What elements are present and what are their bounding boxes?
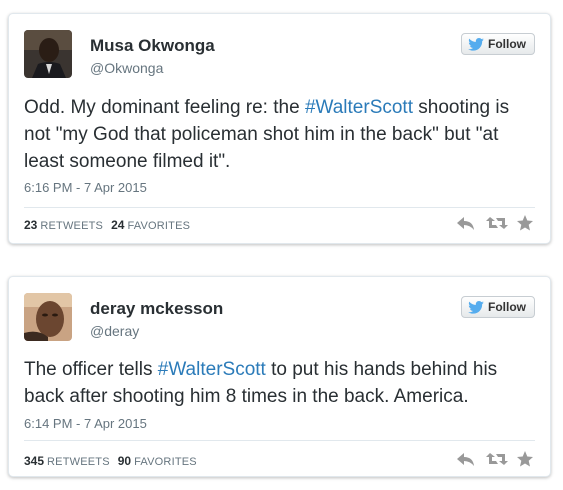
tweet-text-before: The officer tells <box>24 359 158 380</box>
follow-label: Follow <box>488 37 526 51</box>
display-name[interactable]: Musa Okwonga <box>90 36 215 56</box>
hashtag-link[interactable]: #WalterScott <box>305 97 413 118</box>
timestamp[interactable]: 6:14 PM - 7 Apr 2015 <box>24 416 147 431</box>
twitter-bird-icon <box>468 37 484 51</box>
retweets-label[interactable]: RETWEETS <box>40 220 103 232</box>
tweet-card: Musa Okwonga @Okwonga Follow Odd. My dom… <box>8 13 551 244</box>
favorites-label[interactable]: FAVORITES <box>127 220 190 232</box>
follow-button[interactable]: Follow <box>461 33 535 55</box>
favorites-label[interactable]: FAVORITES <box>134 456 197 468</box>
follow-label: Follow <box>488 300 526 314</box>
favorite-star-icon[interactable] <box>516 450 536 468</box>
divider <box>24 207 535 208</box>
hashtag-link[interactable]: #WalterScott <box>158 359 266 380</box>
retweets-label[interactable]: RETWEETS <box>47 456 110 468</box>
avatar[interactable] <box>24 30 72 78</box>
tweet-actions <box>456 450 536 468</box>
reply-icon[interactable] <box>456 450 476 468</box>
username[interactable]: @deray <box>90 323 139 339</box>
tweet-card: deray mckesson @deray Follow The officer… <box>8 276 551 477</box>
tweet-text-before: Odd. My dominant feeling re: the <box>24 97 305 118</box>
follow-button[interactable]: Follow <box>461 296 535 318</box>
retweet-icon[interactable] <box>486 214 508 232</box>
reply-icon[interactable] <box>456 214 476 232</box>
timestamp[interactable]: 6:16 PM - 7 Apr 2015 <box>24 180 147 195</box>
favorites-count[interactable]: 90 <box>118 454 131 468</box>
retweets-count[interactable]: 345 <box>24 454 44 468</box>
tweet-stats: 345 RETWEETS 90 FAVORITES <box>24 454 205 468</box>
favorites-count[interactable]: 24 <box>111 218 124 232</box>
retweet-icon[interactable] <box>486 450 508 468</box>
favorite-star-icon[interactable] <box>516 214 536 232</box>
avatar[interactable] <box>24 293 72 341</box>
twitter-bird-icon <box>468 300 484 314</box>
tweet-text: Odd. My dominant feeling re: the #Walter… <box>24 94 536 175</box>
username[interactable]: @Okwonga <box>90 60 163 76</box>
tweet-stats: 23 RETWEETS 24 FAVORITES <box>24 218 198 232</box>
display-name[interactable]: deray mckesson <box>90 299 223 319</box>
divider <box>24 440 535 441</box>
retweets-count[interactable]: 23 <box>24 218 37 232</box>
tweet-text: The officer tells #WalterScott to put hi… <box>24 356 536 410</box>
tweet-actions <box>456 214 536 232</box>
